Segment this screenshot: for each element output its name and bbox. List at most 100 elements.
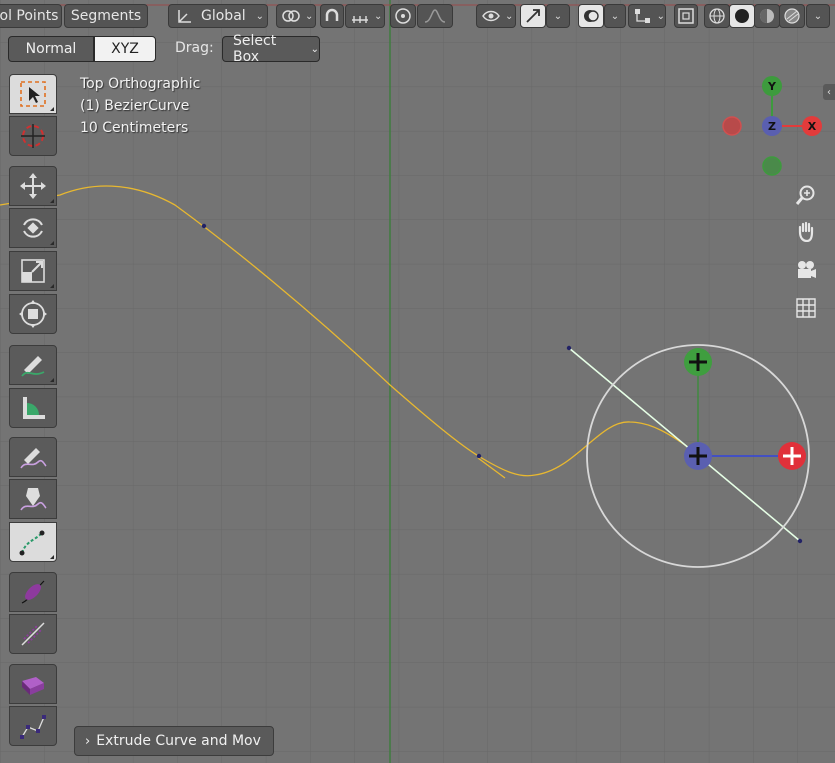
chevron-down-icon: ⌄ <box>305 10 314 22</box>
control-point[interactable] <box>201 223 207 229</box>
3d-viewport[interactable]: ol Points Segments Global ⌄ ⌄ ⌄ ⌄ ⌄ ⌄ ⌄ … <box>0 0 835 763</box>
proportional-editing-toggle[interactable] <box>390 4 416 28</box>
radius-icon <box>21 580 45 604</box>
chevron-down-icon: ⌄ <box>813 10 823 22</box>
cursor-icon <box>21 124 45 148</box>
chevron-down-icon: ⌄ <box>553 10 563 22</box>
proportional-edit-icon <box>395 8 411 24</box>
gizmo-x-label: X <box>808 120 817 133</box>
scale-icon <box>21 259 45 283</box>
gizmo-neg-x[interactable] <box>722 116 742 136</box>
chevron-down-icon: ⌄ <box>310 43 319 55</box>
axis-orientation-icon <box>178 10 191 23</box>
drag-label: Drag: <box>175 40 214 56</box>
tool-move[interactable] <box>9 166 57 206</box>
tool-tilt[interactable] <box>9 614 57 654</box>
tilt-icon <box>21 622 45 646</box>
snap-target-dropdown[interactable]: ⌄ <box>345 4 385 28</box>
overlays-dropdown[interactable]: ⌄ <box>604 4 626 28</box>
select-box-icon <box>20 81 46 107</box>
eye-icon <box>482 10 500 22</box>
last-operator-label: Extrude Curve and Mov <box>96 733 261 749</box>
grid-scale: 10 Centimeters <box>80 120 189 136</box>
tool-draw[interactable] <box>9 437 57 477</box>
tool-cursor[interactable] <box>9 116 57 156</box>
move-icon <box>20 173 46 199</box>
shading-options-dropdown[interactable]: ⌄ <box>806 4 830 28</box>
object-visibility-dropdown[interactable]: ⌄ <box>476 4 516 28</box>
shading-rendered-button[interactable] <box>779 4 805 28</box>
control-point[interactable] <box>476 453 482 459</box>
viewport-header: ol Points Segments Global ⌄ ⌄ ⌄ ⌄ ⌄ ⌄ ⌄ … <box>0 0 835 32</box>
camera-icon[interactable] <box>794 258 818 282</box>
gizmo-dropdown[interactable]: ⌄ <box>546 4 570 28</box>
gizmo-toggle[interactable] <box>520 4 546 28</box>
tool-transform[interactable] <box>9 294 57 334</box>
handle-point[interactable] <box>797 538 803 544</box>
normal-mode-button[interactable]: Normal <box>8 36 94 62</box>
tool-rotate[interactable] <box>9 208 57 248</box>
gizmo-y-label: Y <box>767 80 777 93</box>
snap-increment-icon <box>352 16 368 23</box>
gizmo-center-handle[interactable] <box>684 442 712 470</box>
proportional-falloff-dropdown[interactable] <box>417 4 453 28</box>
chevron-down-icon: ⌄ <box>255 10 265 22</box>
tool-curve-pen[interactable] <box>9 479 57 519</box>
tool-polyline[interactable] <box>9 706 57 746</box>
pencil-icon <box>21 356 45 377</box>
bezier-handle[interactable] <box>568 347 801 542</box>
pivot-point-dropdown[interactable]: ⌄ <box>276 4 316 28</box>
sidebar-toggle[interactable]: ‹ <box>823 84 835 100</box>
falloff-curve-icon <box>424 9 446 23</box>
snap-toggle[interactable] <box>320 4 344 28</box>
object-name: (1) BezierCurve <box>80 98 190 114</box>
xray-toggle[interactable] <box>674 4 698 28</box>
material-sphere-icon <box>760 9 774 23</box>
drag-select-dropdown[interactable]: Select Box ⌄ <box>222 33 320 65</box>
tool-annotate[interactable] <box>9 345 57 385</box>
segments-label: Segments <box>70 8 142 24</box>
pivot-icon <box>282 10 300 22</box>
view-name: Top Orthographic <box>80 76 201 92</box>
solid-sphere-icon <box>735 9 749 23</box>
overlays-toggle[interactable] <box>578 4 604 28</box>
hand-icon[interactable] <box>794 219 818 243</box>
shading-material-button[interactable] <box>754 4 780 28</box>
last-operator-panel[interactable]: › Extrude Curve and Mov <box>74 726 274 756</box>
handle-point[interactable] <box>566 345 572 351</box>
rendered-sphere-icon <box>784 8 800 24</box>
mesh-edit-overlays-dropdown[interactable]: ⌄ <box>628 4 666 28</box>
wireframe-sphere-icon <box>709 8 725 24</box>
zoom-icon[interactable] <box>794 183 818 207</box>
tool-extrude-cursor[interactable] <box>9 522 57 562</box>
tool-scale[interactable] <box>9 251 57 291</box>
xray-icon <box>678 8 694 24</box>
segments-button[interactable]: Segments <box>64 4 148 28</box>
xyz-mode-button[interactable]: XYZ <box>94 36 156 62</box>
tool-randomize[interactable] <box>9 664 57 704</box>
chevron-left-icon: ‹ <box>827 86 831 98</box>
tool-measure[interactable] <box>9 388 57 428</box>
shading-wireframe-button[interactable] <box>704 4 730 28</box>
bezier-curve[interactable] <box>0 185 701 477</box>
draw-curve-icon <box>20 448 47 469</box>
tool-radius[interactable] <box>9 572 57 612</box>
orientation-label: Global <box>201 8 246 24</box>
chevron-down-icon: ⌄ <box>656 10 665 22</box>
polyline-icon <box>20 715 46 739</box>
grid-icon[interactable] <box>794 296 818 320</box>
gizmo-x-handle[interactable] <box>778 442 806 470</box>
ruler-icon <box>23 397 45 419</box>
gizmo-neg-y[interactable] <box>762 156 782 176</box>
shading-solid-button[interactable] <box>729 4 755 28</box>
curve-edit-overlay-icon <box>635 9 650 23</box>
pen-tool-icon <box>20 488 47 511</box>
normal-label: Normal <box>25 41 77 57</box>
tool-select-box[interactable] <box>9 74 57 114</box>
orientation-dropdown[interactable]: Global ⌄ <box>168 4 268 28</box>
control-points-button[interactable]: ol Points <box>0 4 62 28</box>
extrude-curve-icon <box>19 530 45 556</box>
navigation-gizmo[interactable]: Y X Z <box>718 72 828 182</box>
chevron-down-icon: ⌄ <box>374 10 383 22</box>
gizmo-y-handle[interactable] <box>684 348 712 376</box>
